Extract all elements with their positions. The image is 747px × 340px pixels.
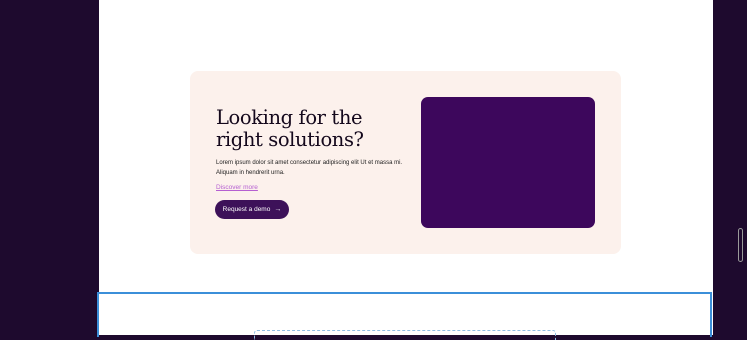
card-description: Lorem ipsum dolor sit amet consectetur a…	[216, 160, 403, 176]
page-canvas: Looking for the right solutions? Lorem i…	[99, 0, 713, 335]
arrow-right-icon: →	[274, 206, 282, 213]
request-demo-button[interactable]: Request a demo →	[215, 200, 289, 219]
editor-screen: { "hero": { "title": "Looking for the ri…	[0, 0, 747, 340]
media-placeholder	[421, 97, 595, 228]
discover-more-link[interactable]: Discover more	[216, 184, 258, 191]
card-title: Looking for the right solutions?	[216, 106, 364, 151]
cta-card: Looking for the right solutions? Lorem i…	[190, 71, 621, 254]
selected-section-outline[interactable]	[97, 292, 712, 340]
scrollbar-thumb[interactable]	[738, 228, 743, 262]
drop-zone[interactable]	[254, 330, 556, 340]
request-demo-label: Request a demo	[222, 206, 271, 213]
